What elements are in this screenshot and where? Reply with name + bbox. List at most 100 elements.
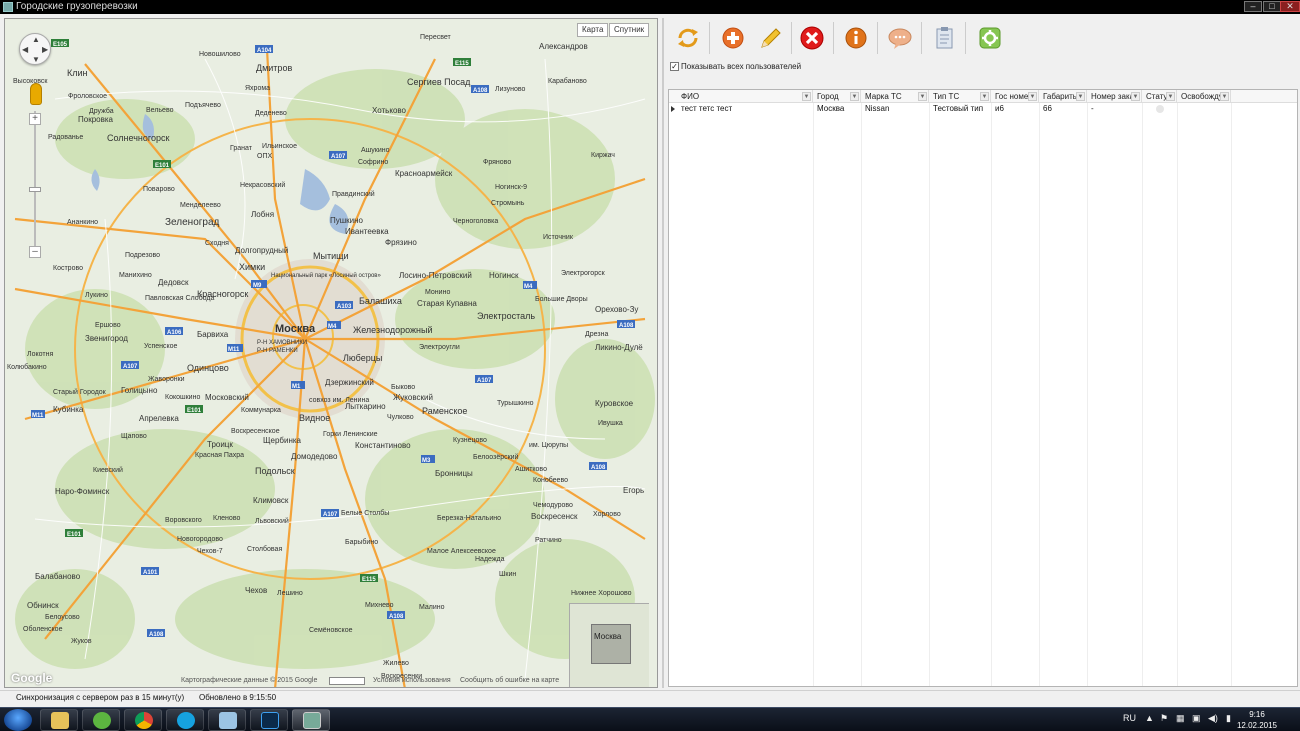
volume-icon[interactable]: ◀) [1208, 713, 1218, 724]
taskbar-photoshop[interactable] [250, 709, 288, 731]
filter-dropdown-icon[interactable]: ▼ [1076, 92, 1085, 101]
filter-dropdown-icon[interactable]: ▼ [802, 92, 811, 101]
column-header-status[interactable]: Статус ▼ [1142, 90, 1177, 103]
map-label: Покровка [78, 115, 114, 124]
cell-brand[interactable]: Nissan [861, 103, 929, 115]
zoom-out-button[interactable]: – [29, 246, 41, 258]
pan-up-icon[interactable]: ▲ [32, 35, 40, 44]
map-report-link[interactable]: Сообщить об ошибке на карте [460, 677, 559, 684]
map-footer: Картографические данные © 2015 Google Ус… [5, 675, 565, 687]
map-label: Егорь [623, 486, 644, 495]
filter-dropdown-icon[interactable]: ▼ [1220, 92, 1229, 101]
column-header-fio[interactable]: ФИО ▼ [677, 90, 813, 103]
settings-button[interactable] [974, 22, 1006, 54]
column-header-order[interactable]: Номер заказ ▼ [1087, 90, 1142, 103]
show-all-users-checkbox[interactable]: ✓ [670, 62, 679, 72]
taskbar-notepad[interactable] [208, 709, 246, 731]
cell-free[interactable] [1177, 103, 1231, 115]
zoom-thumb[interactable] [29, 187, 41, 192]
column-header-plate[interactable]: Гос номер ▼ [991, 90, 1039, 103]
map-label: Мытищи [313, 251, 349, 261]
power-icon[interactable]: ▮ [1226, 713, 1231, 724]
map-label: Сергиев Посад [407, 77, 471, 87]
map-label: Ильинское [262, 143, 297, 150]
road-shield: A106 [165, 327, 183, 336]
refresh-button[interactable] [672, 22, 704, 54]
minimize-button[interactable]: – [1244, 1, 1262, 12]
map-label: Черноголовка [453, 218, 498, 225]
column-header-size[interactable]: Габариты ▼ [1039, 90, 1087, 103]
filter-dropdown-icon[interactable]: ▼ [1131, 92, 1140, 101]
taskbar-utorrent[interactable] [82, 709, 120, 731]
report-button[interactable] [928, 22, 960, 54]
edit-button[interactable] [754, 22, 786, 54]
table-row[interactable]: тест тетс тест Москва Nissan Тестовый ти… [669, 103, 1229, 115]
pencil-icon [761, 28, 781, 48]
column-header-free[interactable]: Освобождус ▼ [1177, 90, 1231, 103]
map-label: Ашукино [361, 147, 390, 154]
map-label: Малое Алексеевское [427, 548, 496, 555]
filter-dropdown-icon[interactable]: ▼ [850, 92, 859, 101]
cell-type[interactable]: Тестовый тип [929, 103, 991, 115]
network-icon[interactable]: ▦ [1176, 713, 1185, 724]
map-copyright: Картографические данные © 2015 Google [181, 677, 318, 684]
map-label: Дедовск [158, 278, 189, 287]
overview-map[interactable]: Москва [569, 603, 649, 687]
map-label: Лыткарино [345, 402, 386, 411]
cell-city[interactable]: Москва [813, 103, 861, 115]
pan-right-icon[interactable]: ▶ [42, 45, 48, 54]
chat-icon [888, 28, 912, 49]
map-canvas[interactable]: Пересвет Александров Новошиловo Дмитров … [5, 19, 658, 688]
taskbar-explorer[interactable] [40, 709, 78, 731]
tray-up-arrow-icon[interactable]: ▲ [1145, 713, 1154, 723]
pan-control[interactable]: ▲ ▼ ◀ ▶ [19, 33, 51, 65]
filter-dropdown-icon[interactable]: ▼ [980, 92, 989, 101]
delete-button[interactable] [796, 22, 828, 54]
flag-icon[interactable]: ⚑ [1160, 713, 1168, 724]
maximize-button[interactable]: □ [1263, 1, 1281, 12]
filter-dropdown-icon[interactable]: ▼ [918, 92, 927, 101]
clock[interactable]: 9:16 12.02.2015 [1232, 709, 1282, 731]
close-button[interactable]: ✕ [1280, 1, 1300, 12]
add-button[interactable] [717, 22, 749, 54]
cell-plate[interactable]: и6 [991, 103, 1039, 115]
filter-dropdown-icon[interactable]: ▼ [1028, 92, 1037, 101]
vehicles-grid[interactable]: ФИО ▼ Город ▼ Марка ТС ▼ Тип ТС ▼ Гос номер ▼… [668, 89, 1298, 687]
pane-splitter[interactable] [662, 18, 664, 688]
clock-date: 12.02.2015 [1236, 721, 1278, 730]
map-terms-link[interactable]: Условия использования [373, 677, 451, 684]
column-header-city[interactable]: Город ▼ [813, 90, 861, 103]
updated-status: Обновлено в 9:15:50 [199, 693, 277, 702]
overview-viewport[interactable] [591, 624, 631, 664]
filter-dropdown-icon[interactable]: ▼ [1166, 92, 1175, 101]
column-header-brand[interactable]: Марка ТС ▼ [861, 90, 929, 103]
taskbar-skype[interactable] [166, 709, 204, 731]
taskbar-chrome[interactable] [124, 709, 162, 731]
map-label: ОПХ [257, 153, 272, 160]
map-label: Старый Городок [53, 388, 107, 396]
show-all-users[interactable]: ✓ Показывать всех пользователей [670, 62, 801, 74]
map-label: Чемодурово [533, 502, 573, 509]
svg-text:M4: M4 [524, 284, 533, 290]
language-indicator[interactable]: RU [1123, 713, 1136, 723]
zoom-in-button[interactable]: + [29, 113, 41, 125]
taskbar-cargo-app[interactable] [292, 709, 330, 731]
pan-down-icon[interactable]: ▼ [32, 55, 40, 64]
map-view[interactable]: Пересвет Александров Новошиловo Дмитров … [4, 18, 658, 688]
column-header-type[interactable]: Тип ТС ▼ [929, 90, 991, 103]
cell-fio[interactable]: тест тетс тест [677, 103, 813, 115]
map-type-map-button[interactable]: Карта [577, 23, 609, 37]
map-type-satellite-button[interactable]: Спутник [609, 23, 650, 37]
cell-status[interactable] [1142, 103, 1177, 115]
cell-size[interactable]: 66 [1039, 103, 1087, 115]
cell-order[interactable]: - [1087, 103, 1142, 115]
street-view-pegman-icon[interactable] [30, 83, 42, 105]
message-button[interactable] [884, 22, 916, 54]
svg-text:E101: E101 [187, 408, 202, 414]
start-button[interactable] [4, 709, 32, 731]
info-button[interactable] [840, 22, 872, 54]
svg-text:A108: A108 [473, 88, 488, 94]
zoom-slider[interactable] [34, 111, 36, 251]
pan-left-icon[interactable]: ◀ [22, 45, 28, 54]
display-icon[interactable]: ▣ [1192, 713, 1201, 724]
